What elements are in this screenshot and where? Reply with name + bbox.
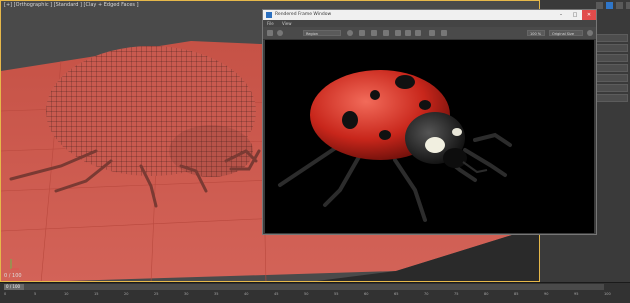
timeline-tick-label: 35 bbox=[214, 292, 219, 296]
channel-icon[interactable] bbox=[383, 30, 389, 36]
hierarchy-tab-icon[interactable] bbox=[616, 2, 623, 9]
modifier-list bbox=[594, 34, 628, 104]
render-window-titlebar[interactable]: Rendered Frame Window – □ ✕ bbox=[263, 10, 596, 20]
timeline-tick-label: 75 bbox=[454, 292, 459, 296]
timeline-tick-label: 100 bbox=[604, 292, 611, 296]
settings-icon[interactable] bbox=[587, 30, 593, 36]
modify-tab-icon[interactable] bbox=[606, 2, 613, 9]
timeline-tick-label: 65 bbox=[394, 292, 399, 296]
modifier-button[interactable] bbox=[594, 74, 628, 82]
modifier-button[interactable] bbox=[594, 54, 628, 62]
time-slider-handle[interactable]: 0 / 100 bbox=[4, 284, 24, 290]
timeline-tick-label: 30 bbox=[184, 292, 189, 296]
maximize-icon[interactable]: □ bbox=[568, 10, 582, 20]
color-blue-icon[interactable] bbox=[415, 30, 421, 36]
timeline: 0 / 100 0 5 10 15 20 25 30 35 40 45 50 55 60 65 70 75 80… bbox=[0, 282, 630, 303]
modifier-button[interactable] bbox=[594, 44, 628, 52]
timeline-tick-label: 80 bbox=[484, 292, 489, 296]
timeline-tick-label: 10 bbox=[64, 292, 69, 296]
timeline-tick-label: 70 bbox=[424, 292, 429, 296]
crop-icon[interactable] bbox=[359, 30, 365, 36]
view-size-dropdown[interactable]: Original Size bbox=[549, 30, 583, 36]
zoom-dropdown[interactable]: 100 % bbox=[527, 30, 545, 36]
minimize-icon[interactable]: – bbox=[554, 10, 568, 20]
timeline-tick-label: 95 bbox=[574, 292, 579, 296]
frame-counter: 0 / 100 bbox=[4, 273, 22, 279]
color-green-icon[interactable] bbox=[405, 30, 411, 36]
timeline-tick-label: 5 bbox=[34, 292, 37, 296]
timeline-tick-label: 50 bbox=[304, 292, 309, 296]
area-to-render-dropdown[interactable]: Region bbox=[303, 30, 341, 36]
region-icon[interactable] bbox=[347, 30, 353, 36]
app-icon bbox=[266, 12, 272, 18]
create-tab-icon[interactable] bbox=[596, 2, 603, 9]
menu-file[interactable]: File bbox=[267, 21, 274, 26]
timeline-ruler[interactable]: 0 5 10 15 20 25 30 35 40 45 50 55 60 65 70 75 80 85 90 95 10… bbox=[4, 292, 624, 301]
timeline-tick-label: 55 bbox=[334, 292, 339, 296]
color-red-icon[interactable] bbox=[395, 30, 401, 36]
timeline-tick-label: 0 bbox=[4, 292, 7, 296]
timeline-tick-label: 25 bbox=[154, 292, 159, 296]
lock-icon[interactable] bbox=[371, 30, 377, 36]
render-window-toolbar: Region 100 % Original Size bbox=[263, 27, 596, 40]
modifier-button[interactable] bbox=[594, 34, 628, 42]
timeline-tick-label: 60 bbox=[364, 292, 369, 296]
print-icon[interactable] bbox=[441, 30, 447, 36]
modifier-button[interactable] bbox=[594, 64, 628, 72]
save-icon[interactable] bbox=[267, 30, 273, 36]
modifier-button[interactable] bbox=[594, 94, 628, 102]
close-icon[interactable]: ✕ bbox=[582, 10, 596, 20]
clone-icon[interactable] bbox=[429, 30, 435, 36]
render-window-menu: File View bbox=[263, 20, 596, 27]
rendered-ladybug bbox=[278, 70, 512, 222]
timeline-tick-label: 40 bbox=[244, 292, 249, 296]
render-canvas[interactable] bbox=[265, 40, 594, 233]
timeline-tick-label: 45 bbox=[274, 292, 279, 296]
utilities-tab-icon[interactable] bbox=[626, 2, 630, 9]
viewport-label[interactable]: [+] [Orthographic ] [Standard ] [Clay + … bbox=[4, 2, 139, 8]
timeline-tick-label: 85 bbox=[514, 292, 519, 296]
timeline-tick-label: 20 bbox=[124, 292, 129, 296]
render-window-title: Rendered Frame Window bbox=[275, 12, 332, 17]
modifier-button[interactable] bbox=[594, 84, 628, 92]
render-setup-icon[interactable] bbox=[277, 30, 283, 36]
time-slider[interactable]: 0 / 100 bbox=[4, 284, 604, 290]
menu-view[interactable]: View bbox=[282, 21, 292, 26]
rendered-frame-window[interactable]: Rendered Frame Window – □ ✕ File View Re… bbox=[262, 9, 597, 235]
panel-toolbar bbox=[596, 2, 630, 9]
timeline-tick-label: 90 bbox=[544, 292, 549, 296]
timeline-tick-label: 15 bbox=[94, 292, 99, 296]
